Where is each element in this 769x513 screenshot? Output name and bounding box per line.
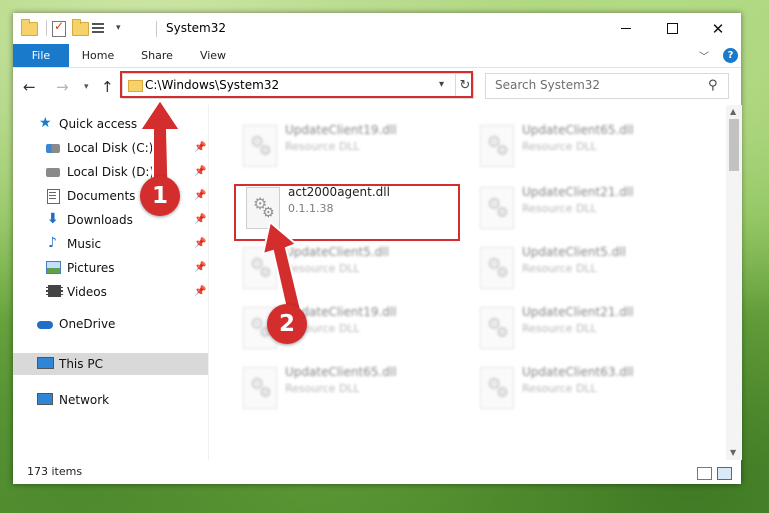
quick-access-toolbar: ▾	[21, 19, 121, 37]
pc-icon	[37, 357, 54, 371]
back-arrow-icon[interactable]: ←	[23, 78, 36, 96]
folder-icon	[128, 80, 143, 92]
pin-icon[interactable]: 📌	[194, 185, 206, 207]
pin-icon[interactable]: 📌	[194, 161, 206, 183]
tab-view[interactable]: View	[191, 44, 235, 67]
maximize-button[interactable]	[649, 13, 695, 44]
sidebar-item-network[interactable]: Network	[37, 389, 202, 411]
refresh-icon[interactable]: ↻	[455, 74, 474, 98]
status-bar: 173 items	[13, 461, 741, 484]
step-badge-1: 1	[140, 176, 180, 216]
qat-dropdown-icon[interactable]: ▾	[116, 23, 121, 33]
title-bar: ▾ System32 ✕	[13, 13, 741, 44]
gear-icon: ⚙ ⚙	[480, 367, 514, 409]
drive-icon	[46, 141, 60, 155]
gear-icon: ⚙ ⚙	[480, 125, 514, 167]
minimize-button[interactable]	[603, 13, 649, 44]
file-item[interactable]: ⚙ ⚙ UpdateClient19.dll Resource DLL	[235, 117, 455, 169]
downloads-icon: ⬇	[47, 211, 59, 227]
gear-icon: ⚙ ⚙	[243, 367, 277, 409]
sidebar-item-onedrive[interactable]: OneDrive	[37, 313, 202, 335]
sidebar-item-documents[interactable]: Documents 📌	[46, 185, 206, 207]
file-item[interactable]: ⚙ ⚙ UpdateClient63.dll Resource DLL	[472, 359, 692, 411]
sidebar-item-quick-access[interactable]: ★ Quick access	[39, 113, 204, 135]
file-highlight-box	[234, 184, 460, 241]
vertical-scrollbar[interactable]: ▲ ▼	[726, 105, 742, 460]
drive-icon	[46, 165, 60, 179]
file-item[interactable]: ⚙ ⚙ UpdateClient21.dll Resource DLL	[472, 179, 692, 231]
file-item[interactable]: ⚙ ⚙ UpdateClient5.dll Resource DLL	[235, 239, 455, 291]
pin-icon[interactable]: 📌	[194, 257, 206, 279]
help-icon[interactable]: ?	[723, 48, 738, 63]
file-item[interactable]: ⚙ ⚙ UpdateClient65.dll Resource DLL	[235, 359, 455, 411]
new-folder-icon[interactable]	[72, 19, 89, 36]
pin-icon[interactable]: 📌	[194, 209, 206, 231]
expand-ribbon-icon[interactable]: ﹀	[699, 48, 709, 63]
search-placeholder: Search System32	[495, 78, 601, 92]
address-bar[interactable]: C:\Windows\System32 ▾ ↻	[122, 73, 474, 99]
sidebar-item-downloads[interactable]: ⬇ Downloads 📌	[46, 209, 206, 231]
scroll-thumb[interactable]	[729, 119, 739, 171]
address-dropdown-icon[interactable]: ▾	[439, 79, 444, 90]
file-item[interactable]: ⚙ ⚙ UpdateClient21.dll Resource DLL	[472, 299, 692, 351]
navigation-bar: ← → ▾ ↑ C:\Windows\System32 ▾ ↻ Search S…	[13, 68, 741, 104]
gear-icon: ⚙ ⚙	[480, 307, 514, 349]
details-view-icon[interactable]	[697, 467, 712, 480]
pictures-icon	[46, 261, 61, 275]
navigation-pane: ★ Quick access Local Disk (C:) 📌 Local D…	[13, 105, 208, 460]
item-count: 173 items	[27, 465, 83, 478]
gear-icon: ⚙ ⚙	[243, 125, 277, 167]
forward-arrow-icon[interactable]: →	[56, 78, 69, 96]
documents-icon	[47, 189, 61, 204]
recent-locations-icon[interactable]: ▾	[84, 82, 89, 92]
file-item[interactable]: ⚙ ⚙ UpdateClient65.dll Resource DLL	[472, 117, 692, 169]
sidebar-item-videos[interactable]: Videos 📌	[46, 281, 206, 303]
star-icon: ★	[39, 115, 52, 131]
large-icons-view-icon[interactable]	[717, 467, 732, 480]
ribbon-tabs: File Home Share View ﹀ ?	[13, 44, 741, 68]
pin-icon[interactable]: 📌	[194, 281, 206, 303]
network-icon	[37, 393, 53, 407]
close-button[interactable]: ✕	[695, 13, 741, 44]
tab-file[interactable]: File	[13, 44, 69, 67]
sidebar-item-local-disk-c[interactable]: Local Disk (C:) 📌	[46, 137, 206, 159]
step-badge-2: 2	[267, 304, 307, 344]
file-list: ⚙ ⚙ UpdateClient19.dll Resource DLL ⚙ ⚙ Up…	[208, 105, 742, 460]
gear-icon: ⚙ ⚙	[480, 247, 514, 289]
sidebar-item-this-pc[interactable]: This PC	[37, 353, 202, 375]
properties-icon[interactable]	[52, 19, 68, 37]
folder-icon[interactable]	[21, 19, 38, 36]
tab-home[interactable]: Home	[73, 44, 123, 67]
sidebar-item-music[interactable]: ♪ Music 📌	[46, 233, 206, 255]
gear-icon: ⚙ ⚙	[243, 247, 277, 289]
search-icon[interactable]: ⚲	[708, 78, 718, 93]
scroll-down-icon[interactable]: ▼	[730, 448, 736, 457]
videos-icon	[46, 285, 63, 299]
music-icon: ♪	[48, 235, 57, 251]
window-title: System32	[166, 21, 227, 35]
sidebar-item-pictures[interactable]: Pictures 📌	[46, 257, 206, 279]
onedrive-icon	[37, 317, 53, 331]
file-explorer-window: ▾ System32 ✕ File Home Share View ﹀ ? ← …	[13, 13, 742, 484]
pin-icon[interactable]: 📌	[194, 233, 206, 255]
tab-share[interactable]: Share	[133, 44, 181, 67]
gear-icon: ⚙ ⚙	[480, 187, 514, 229]
sidebar-item-local-disk-d[interactable]: Local Disk (D:) 📌	[46, 161, 206, 183]
pin-icon[interactable]: 📌	[194, 137, 206, 159]
customize-icon[interactable]	[92, 20, 110, 36]
file-item[interactable]: ⚙ ⚙ UpdateClient5.dll Resource DLL	[472, 239, 692, 291]
address-path[interactable]: C:\Windows\System32	[145, 78, 279, 92]
scroll-up-icon[interactable]: ▲	[730, 107, 736, 116]
up-arrow-icon[interactable]: ↑	[101, 78, 114, 96]
search-input[interactable]: Search System32 ⚲	[485, 73, 729, 99]
